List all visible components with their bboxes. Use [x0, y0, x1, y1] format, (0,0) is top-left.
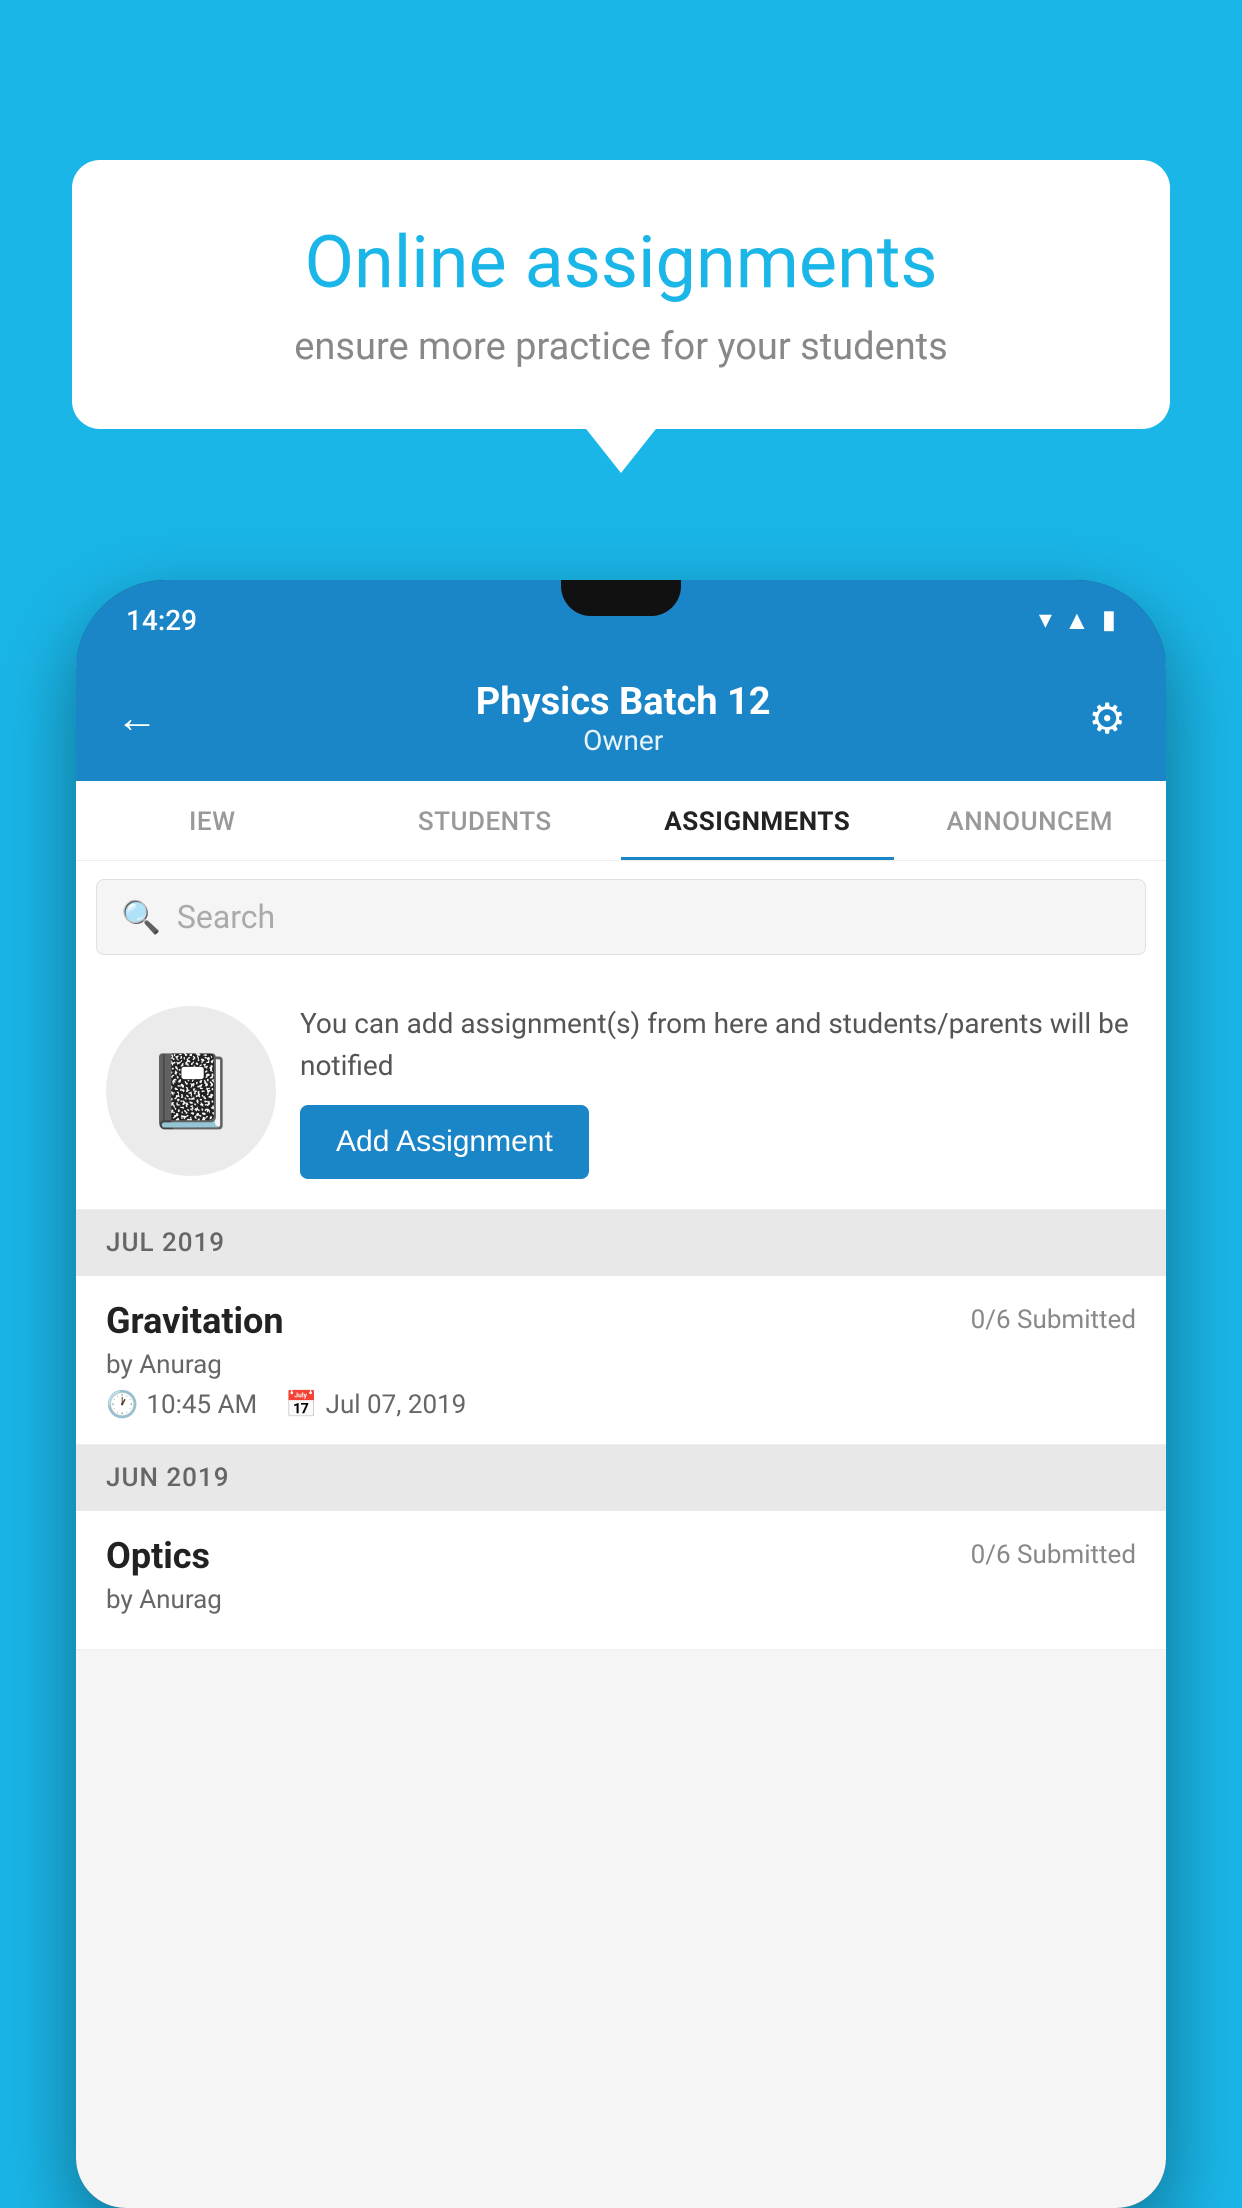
add-assignment-button[interactable]: Add Assignment	[300, 1105, 589, 1179]
promo-text-area: You can add assignment(s) from here and …	[300, 1003, 1136, 1179]
search-placeholder: Search	[177, 898, 275, 936]
assignment-date-text: Jul 07, 2019	[326, 1390, 467, 1420]
search-icon: 🔍	[121, 898, 161, 936]
search-bar-container: 🔍 Search	[76, 861, 1166, 973]
tabs-container: IEW STUDENTS ASSIGNMENTS ANNOUNCEM	[76, 781, 1166, 861]
promo-icon-circle: 📓	[106, 1006, 276, 1176]
section-header-jul: JUL 2019	[76, 1210, 1166, 1276]
assignment-submitted-gravitation: 0/6 Submitted	[971, 1300, 1136, 1335]
tab-students[interactable]: STUDENTS	[349, 781, 622, 860]
wifi-icon: ▾	[1039, 605, 1052, 635]
assignment-by-gravitation: by Anurag	[106, 1350, 1136, 1380]
status-icons: ▾ ▲ ▮	[1039, 605, 1116, 636]
calendar-icon: 📅	[285, 1390, 317, 1420]
search-bar[interactable]: 🔍 Search	[96, 879, 1146, 955]
status-bar: 14:29 ▾ ▲ ▮	[76, 580, 1166, 660]
assignment-row-top-optics: Optics 0/6 Submitted	[106, 1535, 1136, 1577]
speech-bubble-container: Online assignments ensure more practice …	[72, 160, 1170, 429]
clock-icon: 🕐	[106, 1390, 138, 1420]
assignment-item-gravitation[interactable]: Gravitation 0/6 Submitted by Anurag 🕐 10…	[76, 1276, 1166, 1445]
phone-screen: ← Physics Batch 12 Owner ⚙ IEW STUDENTS …	[76, 660, 1166, 2208]
assignment-meta-gravitation: 🕐 10:45 AM 📅 Jul 07, 2019	[106, 1390, 1136, 1420]
assignment-time-text: 10:45 AM	[146, 1390, 257, 1420]
battery-icon: ▮	[1102, 605, 1116, 635]
gear-icon[interactable]: ⚙	[1088, 694, 1126, 744]
speech-bubble: Online assignments ensure more practice …	[72, 160, 1170, 429]
assignment-row-top: Gravitation 0/6 Submitted	[106, 1300, 1136, 1342]
signal-icon: ▲	[1064, 605, 1090, 636]
speech-bubble-title: Online assignments	[142, 220, 1100, 305]
app-header: ← Physics Batch 12 Owner ⚙	[76, 660, 1166, 781]
header-title: Physics Batch 12	[476, 680, 771, 724]
back-button[interactable]: ←	[116, 694, 158, 743]
tab-announcements[interactable]: ANNOUNCEM	[894, 781, 1167, 860]
assignment-submitted-optics: 0/6 Submitted	[971, 1535, 1136, 1570]
section-header-jun: JUN 2019	[76, 1445, 1166, 1511]
assignment-name-gravitation: Gravitation	[106, 1300, 284, 1342]
promo-description: You can add assignment(s) from here and …	[300, 1003, 1136, 1087]
speech-bubble-subtitle: ensure more practice for your students	[142, 325, 1100, 369]
assignment-item-optics[interactable]: Optics 0/6 Submitted by Anurag	[76, 1511, 1166, 1650]
tab-assignments[interactable]: ASSIGNMENTS	[621, 781, 894, 860]
phone-inner: ← Physics Batch 12 Owner ⚙ IEW STUDENTS …	[76, 660, 1166, 2208]
assignment-name-optics: Optics	[106, 1535, 210, 1577]
notebook-icon: 📓	[146, 1049, 236, 1134]
assignment-time-gravitation: 🕐 10:45 AM	[106, 1390, 257, 1420]
phone-frame: 14:29 ▾ ▲ ▮ ← Physics Batch 12 Owner ⚙ I…	[76, 580, 1166, 2208]
promo-card: 📓 You can add assignment(s) from here an…	[76, 973, 1166, 1210]
status-time: 14:29	[126, 604, 197, 637]
tab-iew[interactable]: IEW	[76, 781, 349, 860]
assignment-date-gravitation: 📅 Jul 07, 2019	[285, 1390, 466, 1420]
header-subtitle: Owner	[476, 724, 771, 757]
assignment-by-optics: by Anurag	[106, 1585, 1136, 1615]
notch	[561, 580, 681, 616]
header-center: Physics Batch 12 Owner	[476, 680, 771, 757]
